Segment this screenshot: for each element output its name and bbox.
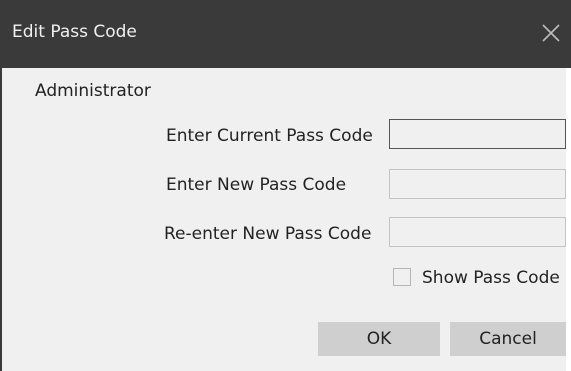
close-button[interactable] [538,20,564,46]
dialog-title: Edit Pass Code [12,22,137,42]
close-icon [542,24,560,42]
new-pass-code-label: Enter New Pass Code [166,175,347,195]
current-pass-code-input[interactable] [389,119,566,149]
new-pass-code-input[interactable] [389,169,566,199]
show-pass-code-label[interactable]: Show Pass Code [422,268,560,288]
title-bar: Edit Pass Code [0,0,571,68]
edit-pass-code-dialog: Edit Pass Code Administrator Enter Curre… [0,0,571,371]
ok-button[interactable]: OK [318,322,440,356]
reenter-pass-code-input[interactable] [389,217,566,247]
section-label-administrator: Administrator [35,81,151,101]
reenter-pass-code-label: Re-enter New Pass Code [164,224,372,244]
current-pass-code-label: Enter Current Pass Code [166,126,373,146]
show-pass-code-checkbox[interactable] [393,268,411,286]
cancel-button[interactable]: Cancel [450,322,566,356]
left-border [0,68,2,371]
right-border [566,68,571,371]
